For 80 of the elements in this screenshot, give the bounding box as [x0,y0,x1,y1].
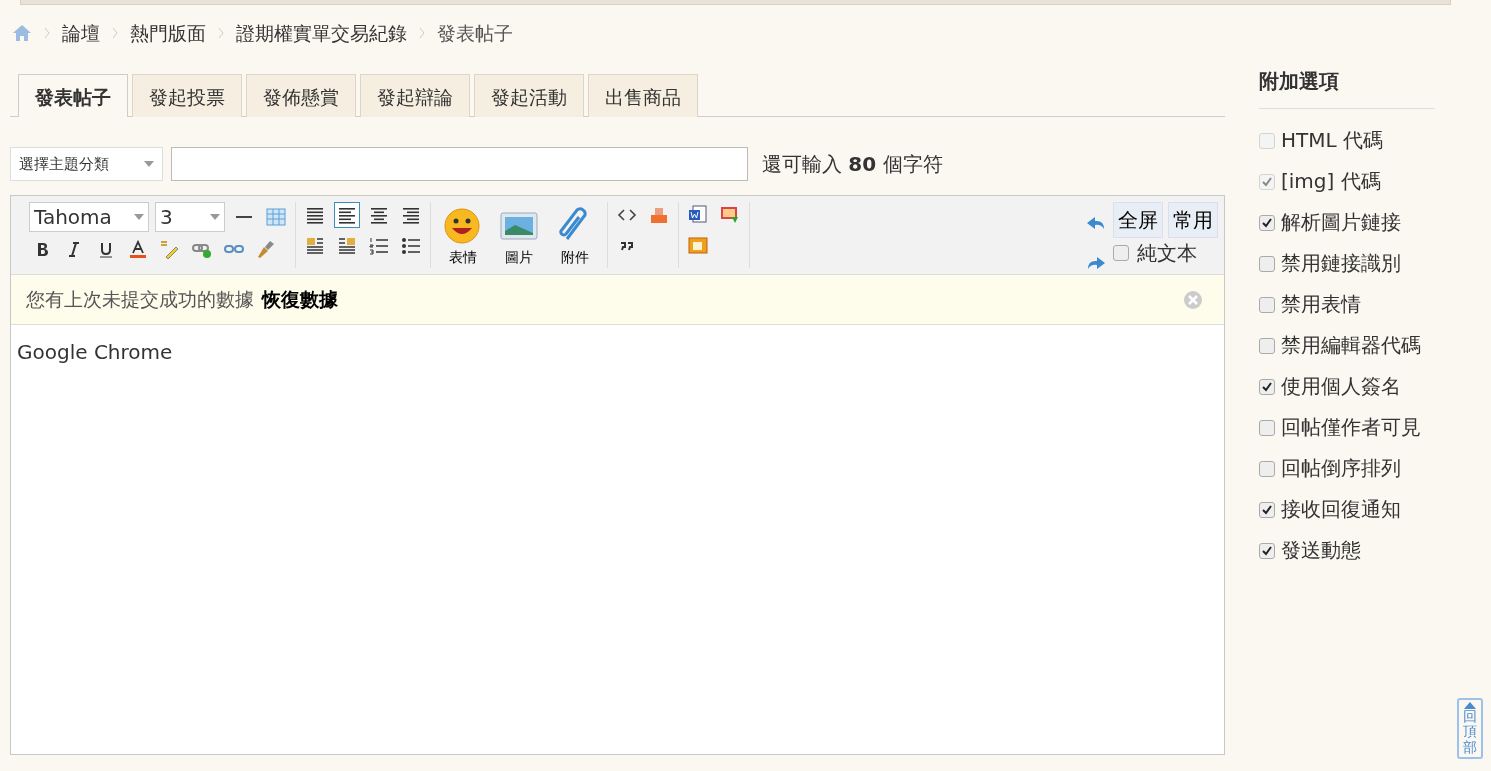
highlighter-icon [160,239,180,259]
horizontal-line-icon [236,216,252,218]
align-left-button[interactable] [334,202,360,228]
post-type-tab[interactable]: 發起活動 [474,73,584,117]
option-checkbox[interactable] [1259,542,1275,559]
option-label: 接收回復通知 [1281,495,1401,523]
align-right-icon [401,205,421,225]
chevron-icon [44,27,50,40]
option-label: 解析圖片鏈接 [1281,208,1401,236]
breadcrumb-link[interactable]: 證期權實單交易紀錄 [236,19,407,48]
option-label: 回帖倒序排列 [1281,454,1401,482]
option-checkbox[interactable] [1259,337,1275,354]
justify-icon [305,205,325,225]
home-icon [12,24,32,43]
options-heading: 附加選項 [1259,65,1435,109]
option-label: 發送動態 [1281,536,1361,564]
option-label: 使用個人簽名 [1281,372,1401,400]
image-download-icon [720,205,740,225]
float-right-icon [337,235,357,255]
smiley-icon [443,207,483,245]
post-type-tab[interactable]: 發表帖子 [18,73,128,117]
post-type-tab[interactable]: 發起投票 [132,73,242,117]
category-dropdown[interactable]: 選擇主題分類 [10,147,163,181]
option-checkbox[interactable] [1259,460,1275,477]
title-input-field[interactable] [171,147,748,181]
option-checkbox[interactable] [1259,419,1275,436]
option-checkbox[interactable] [1259,255,1275,272]
back-to-top-button[interactable]: 回頂部 [1457,697,1483,759]
caret-icon [144,161,154,167]
fullscreen-button[interactable]: 全屏 [1113,202,1163,238]
float-left-icon [305,235,325,255]
emoticon-button[interactable]: 表情 [437,207,489,268]
plain-text-checkbox[interactable] [1113,245,1129,261]
brush-icon [256,239,276,259]
option-label: 禁用鏈接識別 [1281,249,1401,277]
caret-icon [134,214,144,220]
option-label: HTML 代碼 [1281,126,1383,154]
post-type-tab[interactable]: 發起辯論 [360,73,470,117]
align-left-icon [337,205,357,225]
breadcrumb-link[interactable]: 論壇 [62,19,100,48]
option-label: 禁用表情 [1281,290,1361,318]
word-document-icon [688,205,708,225]
bullet-list-icon [401,235,421,255]
numbered-list-icon [369,235,389,255]
char-counter: 還可輸入 80 個字符 [762,151,943,178]
option-label: 禁用編輯器代碼 [1281,331,1421,359]
chevron-icon [112,27,118,40]
check-icon [1261,380,1273,393]
chevron-icon [419,27,425,40]
caret-icon [210,214,220,220]
font-color-icon [128,239,148,259]
image-button[interactable]: 圖片 [493,207,545,268]
check-icon [1261,216,1273,229]
chevron-icon [218,27,224,40]
option-checkbox[interactable] [1259,378,1275,395]
restore-data-link[interactable]: 恢復數據 [262,285,338,314]
font-dropdown[interactable]: Tahoma [29,202,149,232]
option-checkbox[interactable] [1259,214,1275,231]
editor-text: Google Chrome [17,339,174,366]
frame-icon [688,235,708,255]
common-button[interactable]: 常用 [1168,202,1218,238]
post-type-tab[interactable]: 發佈懸賞 [246,73,356,117]
option-checkbox[interactable] [1259,501,1275,518]
breadcrumb-link[interactable]: 熱門版面 [130,19,206,48]
table-icon [266,207,286,227]
notice-text: 您有上次未提交成功的數據 [26,287,254,313]
check-icon [1261,544,1273,557]
plain-text-label: 純文本 [1137,240,1197,267]
attachment-button[interactable]: 附件 [549,207,601,268]
up-triangle-icon [1464,701,1476,709]
align-center-icon [369,205,389,225]
check-icon [1261,503,1273,516]
option-checkbox[interactable] [1259,296,1275,313]
close-icon [1183,289,1203,310]
post-type-tab[interactable]: 出售商品 [588,73,698,117]
size-dropdown[interactable]: 3 [155,202,225,232]
check-icon [1261,175,1273,188]
option-label: [img] 代碼 [1281,167,1381,195]
option-label: 回帖僅作者可見 [1281,413,1421,441]
breadcrumb-link[interactable]: 發表帖子 [437,19,513,48]
